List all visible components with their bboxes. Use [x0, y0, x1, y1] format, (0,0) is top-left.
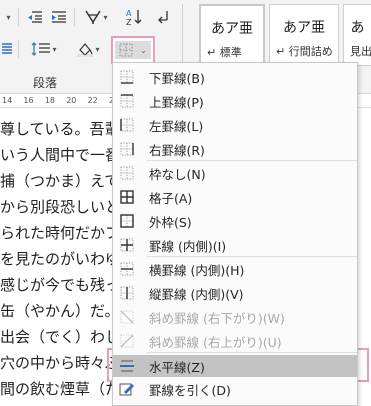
- borders-menu: 下罫線(B) 上罫線(P) 左罫線(L) 右罫線(R) 枠なし(N) 格子(A) 外枠(S)…: [112, 62, 358, 406]
- style-sample: あ: [350, 20, 365, 36]
- document-line: 出会（でく）わし: [0, 328, 121, 346]
- menu-item-right-border[interactable]: 右罫線(R): [113, 137, 357, 161]
- document-line: 間の飲む煙草（た: [0, 380, 121, 398]
- left-border-icon: [113, 117, 141, 133]
- outside-borders-icon: [113, 213, 141, 229]
- ruler-tick: 18: [44, 96, 55, 105]
- style-normal[interactable]: あア亜 ↵ 標準: [199, 4, 265, 66]
- diagonal-up-border-icon: [113, 333, 141, 349]
- horizontal-line-icon: [113, 358, 141, 374]
- shading-icon[interactable]: ▾: [72, 38, 104, 60]
- menu-item-all-borders[interactable]: 格子(A): [113, 185, 357, 209]
- styles-gallery: あア亜 ↵ 標準 あア亜 ↵ 行間詰め あ 見出: [195, 4, 371, 66]
- menu-item-outside-borders[interactable]: 外枠(S): [113, 209, 357, 233]
- menu-item-no-border[interactable]: 枠なし(N): [113, 161, 357, 185]
- no-border-icon: [113, 165, 141, 181]
- menu-item-label: 左罫線(L): [149, 118, 204, 134]
- document-line: 穴の中から時々ぷ: [0, 354, 121, 372]
- ruler-tick: 22: [87, 96, 98, 105]
- style-name: ↵ 標準: [207, 46, 242, 59]
- style-name: ↵ 行間詰め: [276, 45, 333, 58]
- document-line: 感じが今でも残っ: [0, 276, 121, 294]
- menu-item-bottom-border[interactable]: 下罫線(B): [113, 65, 357, 89]
- menu-item-left-border[interactable]: 左罫線(L): [113, 113, 357, 137]
- style-sample: あア亜: [211, 21, 253, 37]
- borders-dropdown-button[interactable]: ⌄: [111, 36, 155, 64]
- style-sample: あア亜: [283, 20, 325, 36]
- menu-item-label: 横罫線 (内側)(H): [149, 262, 245, 278]
- inside-horizontal-border-icon: [113, 261, 141, 277]
- paragraph-group-label: 段落: [32, 76, 57, 90]
- menu-separator: [147, 352, 357, 353]
- menu-item-label: 縦罫線 (内側)(V): [149, 286, 244, 302]
- draw-table-icon: [113, 381, 141, 397]
- menu-item-label: 右罫線(R): [149, 142, 205, 158]
- menu-item-label: 格子(A): [149, 190, 193, 206]
- menu-item-inside-vertical-border[interactable]: 縦罫線 (内側)(V): [113, 281, 357, 305]
- ruler-tick: 16: [23, 96, 34, 105]
- asian-layout-icon[interactable]: ▾: [82, 6, 110, 28]
- menu-item-label: 水平線(Z): [149, 359, 205, 375]
- menu-item-label: 上罫線(P): [149, 94, 204, 110]
- menu-item-label: 外枠(S): [149, 214, 192, 230]
- line-spacing-icon[interactable]: ▾: [26, 38, 62, 60]
- bottom-border-icon: [113, 69, 141, 85]
- right-border-icon: [113, 141, 141, 157]
- ruler-tick: 14: [2, 96, 13, 105]
- ruler-tick: 20: [66, 96, 77, 105]
- distributed-align-icon[interactable]: [0, 38, 14, 60]
- all-borders-icon: [113, 189, 141, 205]
- menu-item-label: 枠なし(N): [149, 166, 206, 182]
- diagonal-down-border-icon: [113, 309, 141, 325]
- menu-item-label: 罫線 (内側)(I): [149, 238, 227, 254]
- menu-item-label: 斜め罫線 (右下がり)(W): [149, 310, 285, 326]
- menu-item-diagonal-down-border: 斜め罫線 (右下がり)(W): [113, 305, 357, 329]
- menu-item-label: 下罫線(B): [149, 70, 205, 86]
- menu-item-top-border[interactable]: 上罫線(P): [113, 89, 357, 113]
- inside-vertical-border-icon: [113, 285, 141, 301]
- menu-item-diagonal-up-border: 斜め罫線 (右上がり)(U): [113, 329, 357, 353]
- svg-text:Z: Z: [126, 18, 132, 26]
- show-formatting-marks-icon[interactable]: [152, 6, 174, 28]
- menu-item-label: 罫線を引く(D): [149, 382, 231, 398]
- decrease-indent-icon[interactable]: [24, 6, 46, 28]
- inside-borders-icon: [113, 237, 141, 253]
- menu-item-label: 斜め罫線 (右上がり)(U): [149, 334, 282, 350]
- style-name: 見出: [350, 45, 371, 58]
- sort-icon[interactable]: AZ: [122, 6, 146, 28]
- style-heading[interactable]: あ 見出: [343, 4, 371, 66]
- menu-item-horizontal-line[interactable]: 水平線(Z): [113, 355, 357, 377]
- borders-icon: [119, 43, 133, 57]
- menu-item-inside-horizontal-border[interactable]: 横罫線 (内側)(H): [113, 257, 357, 281]
- chevron-down-icon: ⌄: [140, 45, 147, 55]
- top-border-icon: [113, 93, 141, 109]
- increase-indent-icon[interactable]: [48, 6, 70, 28]
- style-no-spacing[interactable]: あア亜 ↵ 行間詰め: [269, 4, 339, 66]
- menu-item-inside-borders[interactable]: 罫線 (内側)(I): [113, 233, 357, 257]
- svg-text:A: A: [126, 9, 132, 18]
- bullet-list-dropdown[interactable]: ▾: [0, 6, 16, 28]
- menu-item-draw-table[interactable]: 罫線を引く(D): [113, 377, 357, 401]
